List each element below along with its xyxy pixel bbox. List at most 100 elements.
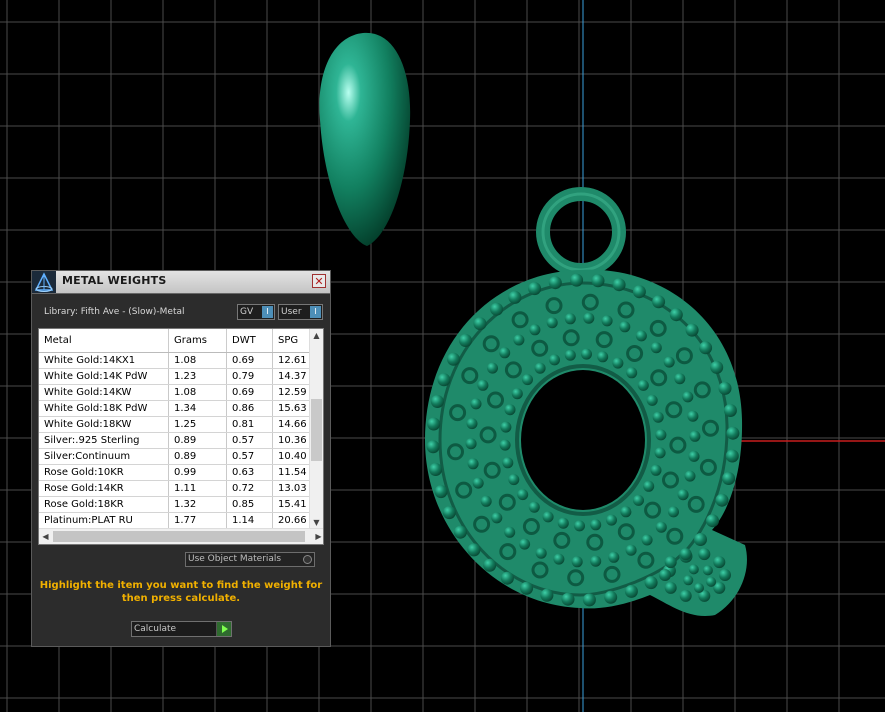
table-row[interactable]: Platinum:PLAT RU 1.77 1.14 20.66 — [39, 512, 319, 529]
cell-grams: 1.77 — [168, 512, 227, 529]
column-header-dwt[interactable]: DWT — [226, 329, 273, 353]
calculate-button[interactable]: Calculate — [131, 621, 232, 637]
pave-bead — [564, 313, 576, 325]
cell-metal: White Gold:14KW — [39, 384, 169, 401]
radio-icon[interactable] — [303, 555, 312, 564]
gv-toggle-button[interactable]: GV I — [237, 304, 275, 320]
pave-bead — [659, 569, 671, 581]
cell-dwt: 0.63 — [226, 464, 273, 481]
pave-bead — [528, 282, 542, 296]
table-row[interactable]: Rose Gold:14KR 1.11 0.72 13.03 — [39, 480, 319, 497]
pave-bead — [694, 533, 707, 546]
pave-bead — [508, 290, 522, 304]
table-row[interactable]: Rose Gold:18KR 1.32 0.85 15.41 — [39, 496, 319, 513]
cell-grams: 1.32 — [168, 496, 227, 513]
cell-dwt: 0.69 — [226, 384, 273, 401]
cell-metal: Rose Gold:18KR — [39, 496, 169, 513]
pave-bead — [429, 463, 443, 476]
table-row[interactable]: White Gold:14K PdW 1.23 0.79 14.37 — [39, 368, 319, 385]
vertical-scrollbar[interactable]: ▲ ▼ — [309, 329, 323, 529]
pave-bead — [465, 438, 477, 450]
pave-bead — [480, 495, 492, 507]
teardrop-gem-model[interactable] — [319, 32, 411, 246]
pave-bead — [549, 354, 560, 366]
pave-bead — [619, 321, 631, 333]
use-object-materials-option[interactable]: Use Object Materials — [185, 552, 315, 567]
panel-titlebar[interactable]: METAL WEIGHTS ✕ — [32, 271, 330, 294]
column-header-grams[interactable]: Grams — [168, 329, 227, 353]
pave-bead — [694, 583, 704, 593]
user-toggle-button[interactable]: User I — [278, 304, 323, 320]
pave-bead — [470, 398, 482, 410]
horizontal-scroll-thumb[interactable] — [53, 531, 305, 542]
column-header-metal[interactable]: Metal — [39, 329, 169, 353]
cell-dwt: 0.85 — [226, 496, 273, 513]
pave-bead — [426, 440, 440, 454]
cell-metal: Rose Gold:10KR — [39, 464, 169, 481]
table-row[interactable]: Rose Gold:10KR 0.99 0.63 11.54 — [39, 464, 319, 481]
pave-bead — [447, 352, 460, 366]
pave-bead — [624, 584, 638, 598]
table-row[interactable]: White Gold:18K PdW 1.34 0.86 15.63 — [39, 400, 319, 417]
vertical-scroll-thumb[interactable] — [311, 399, 322, 461]
pave-bead — [644, 576, 658, 590]
user-toggle-icon: I — [310, 306, 321, 318]
pave-bead — [674, 373, 686, 385]
pave-bead — [557, 517, 569, 529]
pave-bead — [652, 295, 666, 309]
pave-bead — [542, 511, 554, 523]
table-row[interactable]: White Gold:18KW 1.25 0.81 14.66 — [39, 416, 319, 433]
table-row[interactable]: Silver:.925 Sterling 0.89 0.57 10.36 — [39, 432, 319, 449]
table-row[interactable]: White Gold:14KW 1.08 0.69 12.59 — [39, 384, 319, 401]
table-row[interactable]: Silver:Continuum 0.89 0.57 10.40 — [39, 448, 319, 465]
pave-bead — [570, 273, 584, 287]
pave-bead — [620, 506, 632, 518]
horizontal-scrollbar[interactable]: ◀ ▶ — [39, 528, 323, 544]
pave-bead — [612, 278, 626, 292]
pave-bead — [612, 357, 624, 369]
cell-grams: 0.89 — [168, 448, 227, 465]
pave-bead — [604, 590, 618, 604]
cell-grams: 1.34 — [168, 400, 227, 417]
pave-bead — [520, 581, 534, 595]
q-pendant-model[interactable] — [425, 187, 747, 616]
pave-bead — [679, 548, 692, 561]
pave-bead — [689, 430, 701, 442]
pave-bead — [632, 285, 646, 299]
pave-bead — [491, 512, 503, 524]
pave-bead — [434, 485, 448, 499]
pave-bead — [561, 592, 575, 606]
pave-bead — [684, 470, 696, 482]
pave-bead — [430, 395, 444, 408]
cell-grams: 1.11 — [168, 480, 227, 497]
cell-dwt: 0.72 — [226, 480, 273, 497]
cell-metal: White Gold:18KW — [39, 416, 169, 433]
pave-bead — [655, 521, 667, 533]
pave-bead — [504, 526, 516, 538]
table-row[interactable]: White Gold:14KX1 1.08 0.69 12.61 — [39, 352, 319, 369]
pave-bead — [688, 450, 700, 462]
library-label: Library: Fifth Ave - (Slow)-Metal — [44, 307, 185, 317]
table-header-row: Metal Grams DWT SPG — [39, 329, 319, 353]
metal-weights-table[interactable]: Metal Grams DWT SPG White Gold:14KX1 1.08… — [38, 328, 324, 545]
pave-bead — [487, 362, 498, 374]
pave-bead — [540, 588, 554, 602]
pave-bead — [583, 312, 595, 324]
cell-grams: 1.25 — [168, 416, 227, 433]
pave-bead — [637, 379, 649, 391]
cell-metal: Silver:Continuum — [39, 448, 169, 465]
close-icon[interactable]: ✕ — [312, 274, 326, 288]
pave-bead — [650, 342, 662, 354]
pave-bead — [679, 589, 692, 602]
scroll-left-icon[interactable]: ◀ — [39, 529, 52, 544]
scroll-right-icon[interactable]: ▶ — [312, 529, 323, 544]
pave-bead — [511, 388, 523, 400]
pave-bead — [625, 544, 637, 556]
pave-bead — [582, 593, 596, 607]
pave-bead — [687, 410, 699, 422]
scroll-up-icon[interactable]: ▲ — [310, 329, 323, 342]
pave-bead — [581, 348, 592, 360]
pave-bead — [654, 447, 666, 459]
pave-bead — [504, 404, 516, 416]
pave-bead — [606, 514, 617, 526]
